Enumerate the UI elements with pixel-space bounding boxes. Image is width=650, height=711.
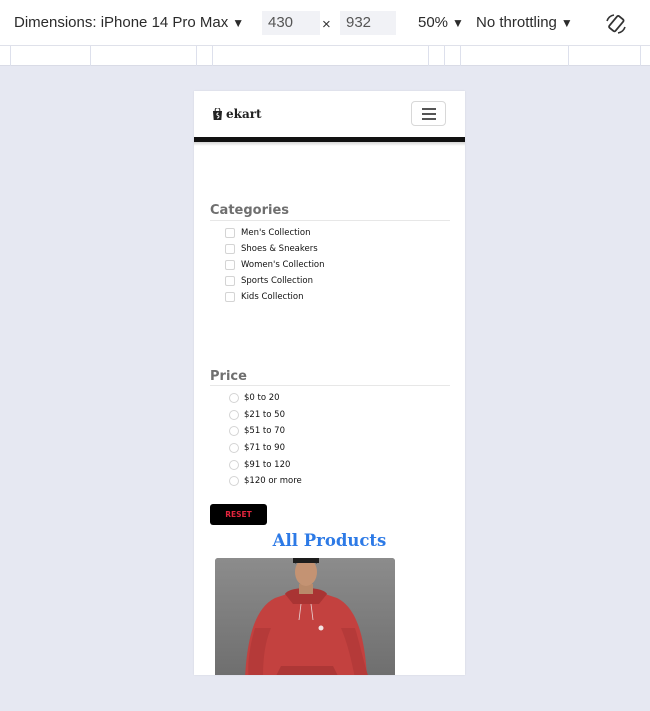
media-query-ruler xyxy=(0,46,650,66)
throttle-label: No throttling xyxy=(476,14,557,31)
price-option[interactable]: $51 to 70 xyxy=(229,426,285,436)
brand-logo[interactable]: ekart xyxy=(212,107,262,121)
brand-name: ekart xyxy=(226,107,262,121)
rotate-icon xyxy=(606,14,626,34)
price-label: $120 or more xyxy=(244,476,302,486)
menu-bar xyxy=(422,118,436,120)
category-label: Men's Collection xyxy=(241,228,311,238)
all-products-heading: All Products xyxy=(272,531,387,550)
category-label: Shoes & Sneakers xyxy=(241,244,318,254)
radio-button[interactable] xyxy=(229,426,239,436)
device-select[interactable]: Dimensions: iPhone 14 Pro Max ▼ xyxy=(14,14,244,31)
price-option[interactable]: $0 to 20 xyxy=(229,393,280,403)
checkbox[interactable] xyxy=(225,260,235,270)
zoom-label: 50% xyxy=(418,14,449,31)
menu-bar xyxy=(422,113,436,115)
checkbox[interactable] xyxy=(225,228,235,238)
radio-button[interactable] xyxy=(229,443,239,453)
radio-button[interactable] xyxy=(229,393,239,403)
width-input[interactable]: 430 xyxy=(262,11,320,35)
chevron-down-icon: ▼ xyxy=(232,16,245,30)
device-label: Dimensions: iPhone 14 Pro Max xyxy=(14,14,229,31)
menu-bar xyxy=(422,108,436,110)
categories-heading: Categories xyxy=(210,203,290,218)
category-option[interactable]: Women's Collection xyxy=(225,260,325,270)
throttle-select[interactable]: No throttling ▼ xyxy=(476,14,573,31)
price-label: $0 to 20 xyxy=(244,393,280,403)
zoom-select[interactable]: 50% ▼ xyxy=(418,14,464,31)
price-label: $91 to 120 xyxy=(244,460,291,470)
navbar-toggler-button[interactable] xyxy=(411,101,446,126)
category-option[interactable]: Shoes & Sneakers xyxy=(225,244,318,254)
product-card[interactable] xyxy=(215,558,395,675)
category-label: Sports Collection xyxy=(241,276,313,286)
banner-shadow xyxy=(194,142,465,146)
checkbox[interactable] xyxy=(225,292,235,302)
height-input[interactable]: 932 xyxy=(340,11,396,35)
rotate-button[interactable] xyxy=(604,12,628,36)
device-viewport: ekart Categories Men's Collection Shoes … xyxy=(194,91,465,675)
price-label: $71 to 90 xyxy=(244,443,285,453)
chevron-down-icon: ▼ xyxy=(560,16,573,30)
radio-button[interactable] xyxy=(229,476,239,486)
price-heading: Price xyxy=(210,369,247,384)
radio-button[interactable] xyxy=(229,410,239,420)
price-option[interactable]: $120 or more xyxy=(229,476,302,486)
divider xyxy=(210,220,450,221)
price-option[interactable]: $21 to 50 xyxy=(229,410,285,420)
divider xyxy=(210,385,450,386)
price-option[interactable]: $91 to 120 xyxy=(229,460,290,470)
checkbox[interactable] xyxy=(225,276,235,286)
price-label: $51 to 70 xyxy=(244,426,285,436)
category-option[interactable]: Sports Collection xyxy=(225,276,313,286)
reset-button[interactable]: RESET xyxy=(210,504,267,525)
price-option[interactable]: $71 to 90 xyxy=(229,443,285,453)
category-option[interactable]: Kids Collection xyxy=(225,292,304,302)
price-label: $21 to 50 xyxy=(244,410,285,420)
chevron-down-icon: ▼ xyxy=(452,16,464,30)
navbar: ekart xyxy=(194,91,465,137)
checkbox[interactable] xyxy=(225,244,235,254)
category-label: Kids Collection xyxy=(241,292,304,302)
radio-button[interactable] xyxy=(229,460,239,470)
category-label: Women's Collection xyxy=(241,260,325,270)
category-option[interactable]: Men's Collection xyxy=(225,228,310,238)
devtools-toolbar: Dimensions: iPhone 14 Pro Max ▼ 430 × 932… xyxy=(0,0,650,46)
dimension-separator: × xyxy=(322,16,331,33)
shopping-bag-icon xyxy=(213,108,222,120)
product-image xyxy=(215,558,395,675)
